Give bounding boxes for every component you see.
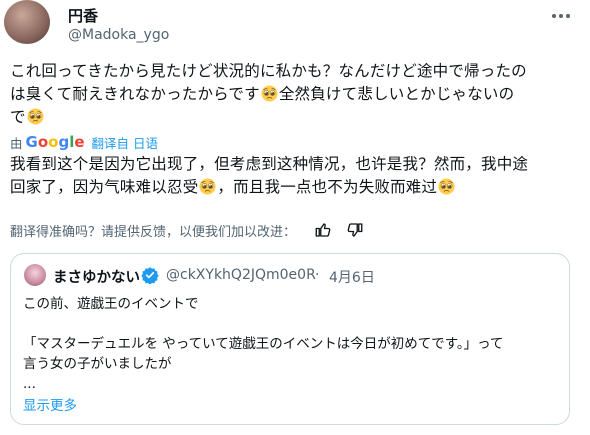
- translated-line: 我看到这个是因为它出现了，但考虑到这种情况，也许是我？然而，我中途: [10, 155, 529, 173]
- translated-segment: 回家了，因为气味难以忍受: [10, 178, 199, 196]
- user-handle[interactable]: @Madoka_ygo: [68, 27, 169, 43]
- tweet-line: は臭くて耐えきれなかったからです 全然負けて悲しいとかじゃないの: [10, 83, 572, 106]
- tweet-segment: で: [10, 108, 26, 126]
- quoted-line: [23, 314, 563, 334]
- separator-dot: ·: [315, 267, 320, 283]
- pleading-face-emoji-icon: [438, 178, 455, 195]
- thumbs-up-icon[interactable]: [314, 221, 332, 239]
- quoted-text: この前、遊戯王のイベントで 「マスターデュエルを やっていて遊戯王のイベントは今…: [23, 294, 563, 394]
- more-horizontal-icon[interactable]: [549, 6, 573, 26]
- quoted-line: この前、遊戯王のイベントで: [23, 296, 199, 312]
- tweet-segment: 全然負けて悲しいとかじゃないの: [278, 85, 515, 103]
- tweet-line: で: [10, 106, 572, 129]
- feedback-question: 翻译得准确吗？请提供反馈，以便我们加以改进：: [10, 224, 297, 240]
- google-logo: Google: [25, 133, 85, 151]
- pleading-face-emoji-icon: [27, 108, 44, 125]
- verified-badge-icon: [141, 267, 159, 284]
- quoted-line: ...: [23, 376, 36, 392]
- translated-by-label: 由: [10, 135, 23, 151]
- translation-attribution: 由 Google 翻译自 日语: [10, 133, 158, 151]
- translated-line: 回家了，因为气味难以忍受 ，而且我一点也不为失败而难过: [10, 176, 580, 199]
- quoted-line: 「マスターデュエルを やっていて遊戯王のイベントは今日が初めてです。」って: [23, 336, 504, 352]
- translated-from-link[interactable]: 翻译自 日语: [92, 133, 158, 152]
- pleading-face-emoji-icon: [199, 178, 216, 195]
- quoted-tweet[interactable]: まさゆかない @ckXYkhQ2JQm0e0R · 4月6日 この前、遊戯王のイ…: [10, 253, 570, 425]
- tweet-line: これ回ってきたから見たけど状況的に私かも？なんだけど途中で帰ったの: [10, 62, 527, 80]
- quoted-line: 言う女の子がいましたが: [23, 356, 172, 372]
- translation-feedback: 翻译得准确吗？请提供反馈，以便我们加以改进：: [10, 219, 364, 241]
- quoted-date[interactable]: 4月6日: [329, 267, 375, 287]
- quoted-avatar[interactable]: [24, 264, 46, 286]
- translated-segment: ，而且我一点也不为失败而难过: [217, 178, 438, 196]
- avatar[interactable]: [4, 0, 50, 44]
- thumbs-down-icon[interactable]: [346, 221, 364, 239]
- show-more-link[interactable]: 显示更多: [23, 394, 77, 414]
- tweet-segment: は臭くて耐えきれなかったからです: [10, 85, 260, 103]
- quoted-display-name[interactable]: まさゆかない: [53, 266, 140, 287]
- display-name[interactable]: 円香: [68, 5, 98, 26]
- translated-text: 我看到这个是因为它出现了，但考虑到这种情况，也许是我？然而，我中途 回家了，因为…: [10, 153, 580, 199]
- quoted-handle[interactable]: @ckXYkhQ2JQm0e0R: [166, 267, 316, 283]
- pleading-face-emoji-icon: [261, 85, 278, 102]
- tweet-text: これ回ってきたから見たけど状況的に私かも？なんだけど途中で帰ったの は臭くて耐え…: [10, 60, 572, 129]
